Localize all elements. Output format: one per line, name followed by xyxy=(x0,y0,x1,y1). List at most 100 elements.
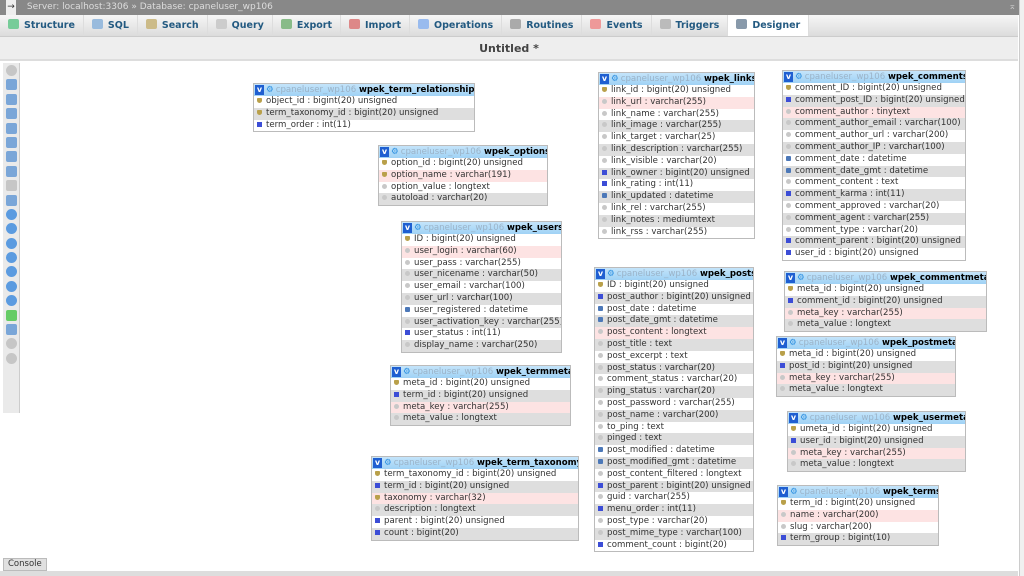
column-row[interactable]: user_status : int(11) xyxy=(402,328,561,340)
column-row[interactable]: comment_content : text xyxy=(783,177,965,189)
tab-events[interactable]: Events xyxy=(582,15,652,36)
column-row[interactable]: meta_key : varchar(255) xyxy=(391,401,570,414)
column-row[interactable]: term_order : int(11) xyxy=(254,120,474,132)
column-row[interactable]: ping_status : varchar(20) xyxy=(595,386,753,398)
column-row[interactable]: meta_value : longtext xyxy=(785,319,986,332)
select-columns-checkbox[interactable]: v xyxy=(255,85,264,95)
column-row[interactable]: comment_date : datetime xyxy=(783,154,965,166)
more-icon[interactable] xyxy=(6,338,17,350)
select-columns-checkbox[interactable]: v xyxy=(778,338,787,348)
column-row[interactable]: link_updated : datetime xyxy=(599,191,754,203)
tab-search[interactable]: Search xyxy=(138,15,208,36)
column-row[interactable]: post_modified : datetime xyxy=(595,445,753,457)
column-row[interactable]: user_id : bigint(20) unsigned xyxy=(783,248,965,260)
column-row[interactable]: post_content_filtered : longtext xyxy=(595,469,753,481)
column-row[interactable]: link_name : varchar(255) xyxy=(599,109,754,121)
delete-page-icon[interactable] xyxy=(6,165,17,177)
table-wpek-commentmeta[interactable]: v ⚙ cpaneluser_wp106 wpek_commentmeta meta_… xyxy=(784,271,987,333)
gear-icon[interactable]: ⚙ xyxy=(384,458,392,468)
tab-operations[interactable]: Operations xyxy=(410,15,503,36)
column-row[interactable]: display_name : varchar(250) xyxy=(402,340,561,352)
column-row[interactable]: comment_count : bigint(20) xyxy=(595,540,753,552)
gear-icon[interactable]: ⚙ xyxy=(797,273,805,283)
gear-icon[interactable]: ⚙ xyxy=(266,85,274,95)
column-row[interactable]: count : bigint(20) xyxy=(372,527,578,540)
tab-structure[interactable]: Structure xyxy=(0,15,84,36)
table-header[interactable]: v ⚙ cpaneluser_wp106 wpek_commentmeta xyxy=(785,272,986,284)
column-row[interactable]: comment_author : tinytext xyxy=(783,106,965,119)
column-row[interactable]: option_name : varchar(191) xyxy=(379,169,547,182)
gear-icon[interactable]: ⚙ xyxy=(403,367,411,377)
column-row[interactable]: post_password : varchar(255) xyxy=(595,398,753,410)
gear-icon[interactable]: ⚙ xyxy=(790,487,798,497)
table-header[interactable]: v ⚙ cpaneluser_wp106 wpek_term_relationshi… xyxy=(254,84,474,96)
column-row[interactable]: autoload : varchar(20) xyxy=(379,193,547,206)
column-row[interactable]: comment_post_ID : bigint(20) unsigned xyxy=(783,94,965,107)
column-row[interactable]: comment_date_gmt : datetime xyxy=(783,165,965,178)
help-icon[interactable] xyxy=(6,237,17,249)
column-row[interactable]: link_image : varchar(255) xyxy=(599,120,754,133)
column-row[interactable]: comment_parent : bigint(20) unsigned xyxy=(783,236,965,249)
new-page-icon[interactable] xyxy=(6,108,17,120)
save-page-icon[interactable] xyxy=(6,136,17,148)
column-row[interactable]: option_id : bigint(20) unsigned xyxy=(379,158,547,170)
gear-icon[interactable]: ⚙ xyxy=(611,74,619,84)
breadcrumb-database[interactable]: Database: cpaneluser_wp106 xyxy=(140,2,273,12)
column-row[interactable]: term_id : bigint(20) unsigned xyxy=(391,389,570,402)
table-wpek-terms[interactable]: v ⚙ cpaneluser_wp106 wpek_terms term_id : b… xyxy=(777,485,939,547)
tab-import[interactable]: Import xyxy=(341,15,411,36)
column-row[interactable]: comment_author_url : varchar(200) xyxy=(783,130,965,142)
column-row[interactable]: link_visible : varchar(20) xyxy=(599,156,754,168)
select-columns-checkbox[interactable]: v xyxy=(596,269,605,279)
select-columns-checkbox[interactable]: v xyxy=(392,367,401,377)
pin-icon[interactable] xyxy=(6,352,17,364)
column-row[interactable]: ID : bigint(20) unsigned xyxy=(402,234,561,246)
table-header[interactable]: v ⚙ cpaneluser_wp106 wpek_termmeta xyxy=(391,366,570,378)
column-row[interactable]: post_type : varchar(20) xyxy=(595,516,753,528)
gear-icon[interactable]: ⚙ xyxy=(414,223,422,233)
column-row[interactable]: post_mime_type : varchar(100) xyxy=(595,527,753,540)
column-row[interactable]: description : longtext xyxy=(372,504,578,517)
column-row[interactable]: comment_id : bigint(20) unsigned xyxy=(785,295,986,308)
column-row[interactable]: user_activation_key : varchar(255) xyxy=(402,316,561,329)
table-header[interactable]: v ⚙ cpaneluser_wp106 wpek_links xyxy=(599,73,754,85)
column-row[interactable]: post_title : text xyxy=(595,338,753,351)
collapse-icon[interactable]: ⌅ xyxy=(1008,0,1016,15)
table-wpek-termmeta[interactable]: v ⚙ cpaneluser_wp106 wpek_termmeta meta_id … xyxy=(390,365,571,427)
console-button[interactable]: Console xyxy=(3,558,47,571)
column-row[interactable]: option_value : longtext xyxy=(379,182,547,194)
column-row[interactable]: user_url : varchar(100) xyxy=(402,292,561,305)
column-row[interactable]: user_id : bigint(20) unsigned xyxy=(788,435,965,448)
column-row[interactable]: link_rss : varchar(255) xyxy=(599,227,754,239)
select-columns-checkbox[interactable]: v xyxy=(403,223,412,233)
table-wpek-comments[interactable]: v ⚙ cpaneluser_wp106 wpek_comments comment_… xyxy=(782,70,966,261)
toggle-relation-icon[interactable] xyxy=(6,208,17,220)
table-header[interactable]: v ⚙ cpaneluser_wp106 wpek_options xyxy=(379,146,547,158)
table-header[interactable]: v ⚙ cpaneluser_wp106 wpek_usermeta xyxy=(788,412,965,424)
column-row[interactable]: term_id : bigint(20) unsigned xyxy=(372,480,578,493)
column-row[interactable]: user_login : varchar(60) xyxy=(402,245,561,258)
expand-all-icon[interactable] xyxy=(6,252,17,264)
column-row[interactable]: comment_approved : varchar(20) xyxy=(783,201,965,213)
column-row[interactable]: meta_value : longtext xyxy=(777,384,955,397)
column-row[interactable]: meta_value : longtext xyxy=(788,459,965,472)
reload-icon[interactable] xyxy=(6,79,17,91)
column-row[interactable]: comment_karma : int(11) xyxy=(783,189,965,201)
select-columns-checkbox[interactable]: v xyxy=(380,147,389,157)
move-down-icon[interactable] xyxy=(6,280,17,292)
column-row[interactable]: to_ping : text xyxy=(595,422,753,434)
column-row[interactable]: slug : varchar(200) xyxy=(778,522,938,534)
gear-icon[interactable]: ⚙ xyxy=(795,72,803,82)
column-row[interactable]: taxonomy : varchar(32) xyxy=(372,492,578,505)
add-tables-icon[interactable] xyxy=(6,93,17,105)
column-row[interactable]: post_author : bigint(20) unsigned xyxy=(595,291,753,304)
column-row[interactable]: term_id : bigint(20) unsigned xyxy=(778,498,938,510)
column-row[interactable]: post_content : longtext xyxy=(595,327,753,339)
table-wpek-term-relationships[interactable]: v ⚙ cpaneluser_wp106 wpek_term_relationshi… xyxy=(253,83,475,133)
tab-triggers[interactable]: Triggers xyxy=(652,15,729,36)
tab-sql[interactable]: SQL xyxy=(84,15,138,36)
column-row[interactable]: object_id : bigint(20) unsigned xyxy=(254,96,474,108)
column-row[interactable]: ID : bigint(20) unsigned xyxy=(595,280,753,292)
tab-routines[interactable]: Routines xyxy=(502,15,583,36)
column-row[interactable]: name : varchar(200) xyxy=(778,509,938,522)
